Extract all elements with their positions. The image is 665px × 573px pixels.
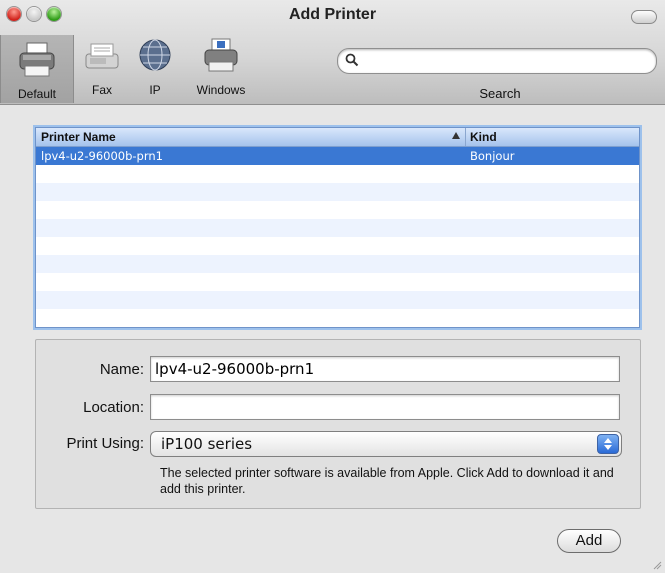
printer-row[interactable]: lpv4-u2-96000b-prn1 Bonjour: [36, 147, 639, 165]
column-divider[interactable]: [465, 128, 466, 146]
search-icon: [345, 53, 359, 67]
toolbar-ip-button[interactable]: IP: [133, 36, 177, 97]
empty-row: [36, 165, 639, 183]
column-header-printer-name[interactable]: Printer Name: [41, 130, 116, 144]
printer-name-cell: lpv4-u2-96000b-prn1: [41, 149, 163, 163]
printer-list[interactable]: Printer Name Kind lpv4-u2-96000b-prn1 Bo…: [35, 127, 640, 328]
toolbar-windows-button[interactable]: Windows: [189, 36, 253, 97]
print-using-label: Print Using:: [66, 435, 144, 452]
search-input[interactable]: [364, 51, 648, 71]
toolbar-fax-button[interactable]: Fax: [78, 36, 126, 97]
name-label: Name:: [99, 361, 144, 378]
printer-details-panel: Name: Location: Print Using: iP100 serie…: [35, 339, 641, 509]
driver-note: The selected printer software is availab…: [160, 466, 614, 496]
empty-row: [36, 291, 639, 309]
toolbar-fax-label: Fax: [91, 83, 112, 97]
toolbar: Add Printer Default Fax IP Windows Searc…: [0, 0, 665, 105]
sort-ascending-icon: [452, 132, 460, 139]
empty-row: [36, 309, 639, 327]
location-label: Location:: [83, 399, 144, 416]
fax-icon: [85, 43, 119, 69]
empty-row: [36, 273, 639, 291]
search-label: Search: [479, 86, 521, 101]
windows-printer-icon: [204, 38, 238, 72]
list-header: Printer Name Kind: [36, 128, 639, 147]
empty-row: [36, 183, 639, 201]
empty-row: [36, 237, 639, 255]
window-title: Add Printer: [288, 6, 377, 23]
empty-row: [36, 219, 639, 237]
empty-row: [36, 255, 639, 273]
popup-arrows-icon[interactable]: [597, 434, 619, 454]
location-input[interactable]: [151, 395, 619, 419]
printer-kind-cell: Bonjour: [470, 149, 515, 163]
print-using-select[interactable]: iP100 series: [150, 431, 622, 457]
resize-grip-icon[interactable]: [652, 560, 662, 570]
toolbar-toggle-button[interactable]: [631, 10, 657, 24]
toolbar-windows-label: Windows: [196, 83, 246, 97]
location-field[interactable]: [150, 394, 620, 420]
add-printer-window: Add Printer Default Fax IP Windows Searc…: [0, 0, 665, 573]
empty-row: [36, 201, 639, 219]
globe-icon: [139, 39, 171, 71]
toolbar-ip-label: IP: [149, 83, 161, 97]
print-using-value: iP100 series: [161, 435, 253, 453]
search-field[interactable]: [337, 48, 657, 74]
add-button[interactable]: Add: [557, 529, 621, 553]
printer-icon: [19, 42, 55, 77]
name-field[interactable]: [150, 356, 620, 382]
toolbar-default-label: Default: [17, 87, 57, 101]
name-input[interactable]: [151, 357, 619, 381]
column-header-kind[interactable]: Kind: [470, 130, 497, 144]
toolbar-default-button[interactable]: Default: [0, 35, 74, 103]
